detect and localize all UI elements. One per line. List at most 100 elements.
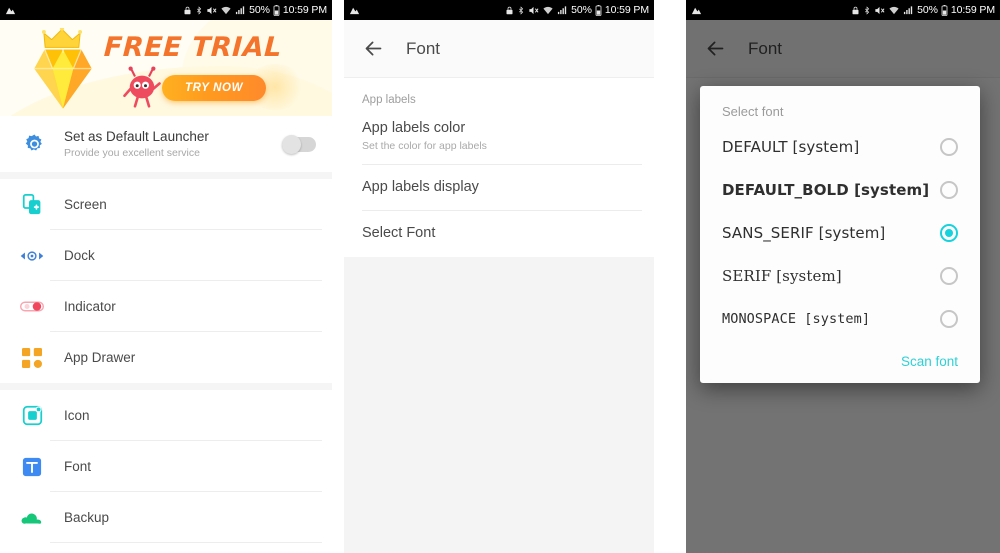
pref-title: Select Font: [362, 225, 436, 241]
diamond-icon: [26, 28, 104, 112]
sidebar-item-icon[interactable]: Icon: [0, 390, 332, 441]
screenshot-stage: 50% 10:59 PM FREE TRIAL TRY NOW Set as D…: [0, 0, 1000, 553]
status-bar: 50% 10:59 PM: [686, 0, 1000, 20]
clock-text: 10:59 PM: [950, 4, 995, 16]
status-bar: 50% 10:59 PM: [0, 0, 332, 20]
try-now-button[interactable]: TRY NOW: [162, 75, 266, 101]
sidebar-item-dock[interactable]: Dock: [0, 230, 332, 281]
font-option-label: MONOSPACE [system]: [722, 310, 871, 327]
sidebar-item-label: Indicator: [64, 299, 116, 314]
clock-text: 10:59 PM: [604, 4, 649, 16]
bluetooth-icon: [863, 5, 871, 16]
radio-button-selected[interactable]: [940, 223, 958, 242]
indicator-icon: [14, 300, 50, 313]
pref-app-labels-color[interactable]: App labels color Set the color for app l…: [344, 112, 654, 165]
font-option-label: SERIF [system]: [722, 266, 842, 285]
section-divider-2: [0, 383, 332, 390]
dialog-title: Select font: [722, 104, 784, 119]
sidebar-item-screen[interactable]: Screen: [0, 179, 332, 230]
battery-icon: [941, 4, 948, 16]
settings-group-b: Icon Font Backup: [0, 390, 332, 543]
empty-area: [344, 257, 654, 553]
launcher-title: Set as Default Launcher: [64, 128, 209, 144]
phone-screen-launcher-settings: 50% 10:59 PM FREE TRIAL TRY NOW Set as D…: [0, 0, 332, 553]
font-option-default[interactable]: DEFAULT [system]: [700, 125, 980, 168]
phone-screen-font-settings: 50% 10:59 PM Font App labels App labels …: [344, 0, 654, 553]
settings-list: App labels App labels color Set the colo…: [344, 78, 654, 257]
mute-icon: [528, 5, 539, 16]
app-drawer-icon: [14, 347, 50, 368]
battery-percent: 50%: [571, 4, 592, 16]
status-bar: 50% 10:59 PM: [344, 0, 654, 20]
wifi-icon: [542, 5, 554, 16]
lock-icon: [851, 5, 860, 16]
scan-font-button[interactable]: Scan font: [901, 354, 958, 369]
lock-icon: [505, 5, 514, 16]
banner-headline: FREE TRIAL: [103, 32, 283, 63]
sidebar-item-backup[interactable]: Backup: [0, 492, 332, 543]
radio-button[interactable]: [940, 309, 958, 328]
screen-icon: [14, 194, 50, 215]
bluetooth-icon: [517, 5, 525, 16]
status-bar-right: 50% 10:59 PM: [183, 4, 327, 16]
font-option-sans-serif[interactable]: SANS_SERIF [system]: [700, 211, 980, 254]
default-launcher-toggle[interactable]: [282, 134, 316, 154]
app-notification-icon: [691, 5, 702, 16]
dock-icon: [14, 249, 50, 263]
radio-button[interactable]: [940, 266, 958, 285]
app-notification-icon: [349, 5, 360, 16]
font-option-serif[interactable]: SERIF [system]: [700, 254, 980, 297]
font-icon: [14, 457, 50, 477]
launcher-text-block: Set as Default Launcher Provide you exce…: [64, 129, 282, 160]
settings-group-a: Screen Dock Indicator App Drawer: [0, 179, 332, 383]
mascot-icon: [123, 66, 161, 108]
battery-icon: [595, 4, 602, 16]
font-option-label: SANS_SERIF [system]: [722, 223, 886, 242]
section-divider-1: [0, 172, 332, 179]
sidebar-item-font[interactable]: Font: [0, 441, 332, 492]
battery-icon: [273, 4, 280, 16]
status-bar-right: 50% 10:59 PM: [851, 4, 995, 16]
radio-button[interactable]: [940, 137, 958, 156]
settings-gear-icon: [14, 133, 54, 156]
toggle-knob: [282, 134, 301, 154]
sidebar-item-label: Backup: [64, 510, 110, 525]
wifi-icon: [220, 5, 232, 16]
app-notification-icon: [5, 5, 16, 16]
bluetooth-icon: [195, 5, 203, 16]
pref-subtitle: Set the color for app labels: [362, 140, 487, 152]
select-font-dialog: Select font DEFAULT [system] DEFAULT_BOL…: [700, 86, 980, 383]
pref-select-font[interactable]: Select Font: [344, 211, 654, 257]
sidebar-item-label: Screen: [64, 197, 107, 212]
battery-percent: 50%: [249, 4, 270, 16]
font-option-monospace[interactable]: MONOSPACE [system]: [700, 297, 980, 340]
row-divider: [50, 542, 322, 543]
font-option-label: DEFAULT_BOLD [system]: [722, 180, 930, 199]
dialog-action-bar: Scan font: [700, 340, 980, 375]
status-bar-right: 50% 10:59 PM: [505, 4, 649, 16]
clock-text: 10:59 PM: [282, 4, 327, 16]
launcher-subtitle: Provide you excellent service: [64, 146, 200, 159]
back-arrow-icon[interactable]: [358, 34, 388, 64]
font-option-default-bold[interactable]: DEFAULT_BOLD [system]: [700, 168, 980, 211]
sidebar-item-app-drawer[interactable]: App Drawer: [0, 332, 332, 383]
pref-title: App labels display: [362, 179, 479, 195]
pref-title: App labels color: [362, 120, 466, 136]
app-bar: Font: [344, 20, 654, 78]
sidebar-item-indicator[interactable]: Indicator: [0, 281, 332, 332]
icon-icon: [14, 405, 50, 426]
backup-icon: [14, 510, 50, 526]
pref-app-labels-display[interactable]: App labels display: [344, 165, 654, 211]
battery-percent: 50%: [917, 4, 938, 16]
phone-screen-font-dialog: 50% 10:59 PM Font App labels Select font…: [686, 0, 1000, 553]
sidebar-item-label: Icon: [64, 408, 90, 423]
free-trial-banner[interactable]: FREE TRIAL TRY NOW: [0, 20, 332, 116]
page-title: Font: [406, 38, 441, 58]
status-bar-left: [691, 5, 702, 16]
wifi-icon: [888, 5, 900, 16]
font-option-label: DEFAULT [system]: [722, 137, 860, 156]
set-default-launcher-row[interactable]: Set as Default Launcher Provide you exce…: [0, 116, 332, 172]
radio-button[interactable]: [940, 180, 958, 199]
signal-icon: [235, 5, 246, 16]
status-bar-left: [5, 5, 16, 16]
